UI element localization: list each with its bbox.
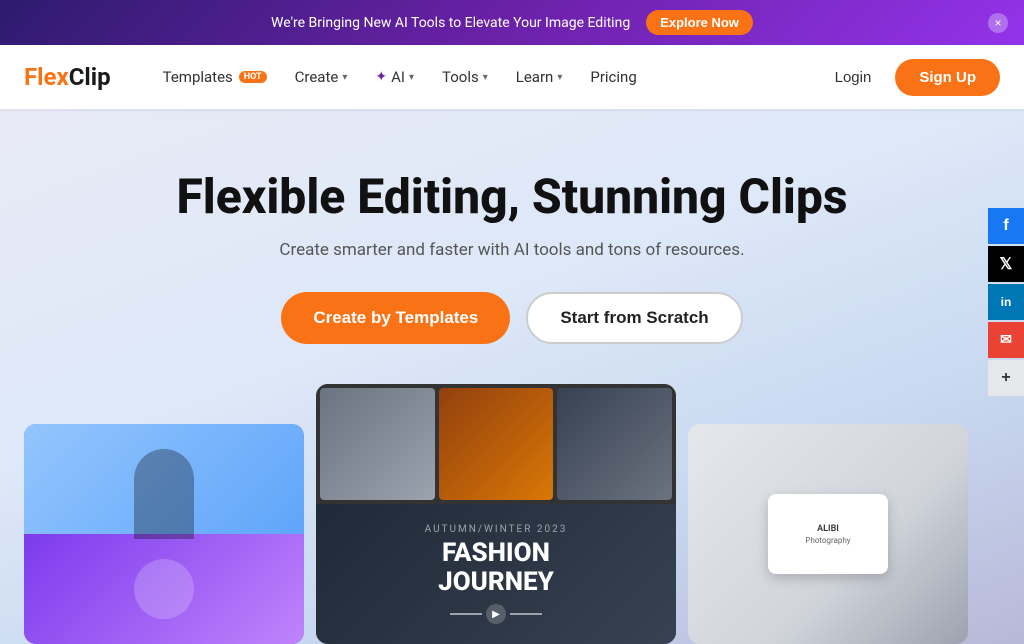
create-by-templates-button[interactable]: Create by Templates: [281, 292, 510, 344]
learn-chevron-icon: ▾: [557, 72, 562, 83]
center-fashion-card: AUTUMN/WINTER 2023 FASHIONJOURNEY ▶: [316, 504, 676, 644]
nav-item-ai[interactable]: ✦ AI ▾: [363, 60, 426, 94]
nav-label-learn: Learn: [516, 68, 554, 86]
logo-flex: Flex: [24, 63, 69, 91]
center-image-1: [320, 388, 435, 500]
fashion-title: FASHIONJOURNEY: [425, 539, 568, 596]
nav-label-pricing: Pricing: [590, 68, 636, 86]
navbar: FlexClip Templates HOT Create ▾ ✦ AI ▾ T…: [0, 45, 1024, 109]
twitter-icon: 𝕏: [1000, 254, 1013, 274]
facebook-icon: f: [1003, 217, 1008, 235]
top-banner: We're Bringing New AI Tools to Elevate Y…: [0, 0, 1024, 45]
logo[interactable]: FlexClip: [24, 63, 111, 91]
signup-button[interactable]: Sign Up: [895, 59, 1000, 96]
preview-strip: AUTUMN/WINTER 2023 FASHIONJOURNEY ▶: [24, 384, 1000, 644]
nav-item-templates[interactable]: Templates HOT: [151, 60, 279, 94]
hero-section: Flexible Editing, Stunning Clips Create …: [0, 109, 1024, 644]
fashion-text-block: AUTUMN/WINTER 2023 FASHIONJOURNEY ▶: [425, 524, 568, 624]
nav-actions: Login Sign Up: [823, 59, 1000, 96]
linkedin-share-button[interactable]: in: [988, 284, 1024, 320]
nav-item-create[interactable]: Create ▾: [283, 60, 360, 94]
hero-buttons: Create by Templates Start from Scratch: [281, 292, 742, 344]
email-share-button[interactable]: ✉: [988, 322, 1024, 358]
right-device-mockup: ALIBI Photography: [768, 494, 888, 574]
preview-card-left: [24, 424, 304, 644]
preview-card-right: ALIBI Photography: [688, 424, 968, 644]
hero-subtitle: Create smarter and faster with AI tools …: [279, 240, 744, 260]
nav-label-tools: Tools: [442, 68, 479, 86]
nav-label-create: Create: [295, 68, 339, 86]
linkedin-icon: in: [1001, 295, 1012, 309]
center-top-images: [316, 384, 676, 504]
twitter-share-button[interactable]: 𝕏: [988, 246, 1024, 282]
facebook-share-button[interactable]: f: [988, 208, 1024, 244]
nav-label-templates: Templates: [163, 68, 233, 86]
fashion-sublabel: AUTUMN/WINTER 2023: [425, 524, 568, 535]
center-image-3: [557, 388, 672, 500]
banner-text: We're Bringing New AI Tools to Elevate Y…: [271, 15, 630, 31]
more-icon: +: [1001, 369, 1010, 387]
left-card-inner: [24, 424, 304, 644]
banner-close-button[interactable]: ×: [988, 13, 1008, 33]
email-icon: ✉: [1000, 331, 1012, 348]
left-bottom-image: [24, 534, 304, 644]
nav-links: Templates HOT Create ▾ ✦ AI ▾ Tools ▾ Le…: [151, 60, 823, 94]
left-top-image: [24, 424, 304, 534]
nav-item-pricing[interactable]: Pricing: [578, 60, 648, 94]
start-from-scratch-button[interactable]: Start from Scratch: [526, 292, 742, 344]
social-sidebar: f 𝕏 in ✉ +: [988, 208, 1024, 396]
nav-item-learn[interactable]: Learn ▾: [504, 60, 575, 94]
hero-title: Flexible Editing, Stunning Clips: [176, 169, 847, 224]
nav-item-tools[interactable]: Tools ▾: [430, 60, 500, 94]
tools-chevron-icon: ▾: [483, 72, 488, 83]
more-share-button[interactable]: +: [988, 360, 1024, 396]
nav-label-ai: AI: [391, 68, 405, 86]
explore-now-button[interactable]: Explore Now: [646, 10, 753, 35]
logo-clip: Clip: [69, 63, 111, 91]
preview-card-center: AUTUMN/WINTER 2023 FASHIONJOURNEY ▶: [316, 384, 676, 644]
login-button[interactable]: Login: [823, 61, 884, 94]
templates-badge: HOT: [239, 71, 267, 83]
create-chevron-icon: ▾: [342, 72, 347, 83]
right-card-inner: ALIBI Photography: [688, 424, 968, 644]
ai-star-icon: ✦: [375, 69, 387, 85]
ai-chevron-icon: ▾: [409, 72, 414, 83]
center-image-2: [439, 388, 554, 500]
